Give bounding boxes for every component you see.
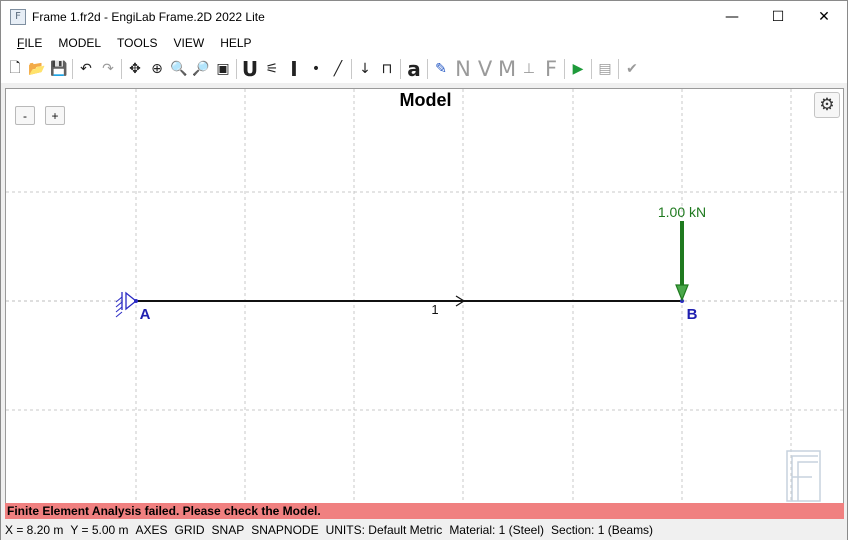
status-units-value: Default Metric bbox=[368, 523, 443, 537]
minimize-button[interactable]: — bbox=[709, 1, 755, 32]
redraw-icon[interactable]: ▣ bbox=[212, 58, 234, 80]
run-analysis-icon[interactable]: ▶ bbox=[567, 58, 589, 80]
support-hatch-line bbox=[115, 306, 123, 313]
toolbar-separator bbox=[564, 58, 565, 79]
open-file-icon[interactable]: 📂 bbox=[26, 58, 48, 80]
text-icon[interactable]: a bbox=[403, 57, 425, 81]
window-controls: — ☐ ✕ bbox=[709, 1, 847, 32]
app-icon: F bbox=[10, 8, 26, 25]
redo-icon[interactable]: ↷ bbox=[97, 58, 119, 80]
menu-file[interactable]: FILE bbox=[9, 32, 50, 54]
report-icon[interactable]: ▤ bbox=[594, 58, 616, 80]
draw-pencil-icon[interactable]: ✎ bbox=[430, 58, 452, 80]
nodal-load-icon[interactable]: ↓ bbox=[354, 58, 376, 80]
check-model-icon[interactable]: ✔ bbox=[621, 58, 643, 80]
toolbar-separator bbox=[427, 58, 428, 79]
toolbar-separator bbox=[72, 58, 73, 79]
node-a-marker[interactable] bbox=[134, 299, 138, 303]
zoom-out-button[interactable]: - bbox=[15, 106, 35, 125]
gear-icon[interactable]: ⚙ bbox=[814, 92, 840, 118]
bending-moment-icon[interactable]: M bbox=[496, 57, 518, 81]
zoom-in-icon[interactable]: ⊕ bbox=[146, 58, 168, 80]
close-button[interactable]: ✕ bbox=[801, 1, 847, 32]
status-y-coordinate: Y = 5.00 m bbox=[70, 523, 129, 537]
status-grid-toggle[interactable]: GRID bbox=[175, 523, 205, 537]
status-section: Section: 1 (Beams) bbox=[551, 523, 654, 537]
axial-force-icon[interactable]: N bbox=[452, 57, 474, 81]
menu-model[interactable]: MODEL bbox=[50, 32, 109, 54]
status-snap-toggle[interactable]: SNAP bbox=[212, 523, 245, 537]
new-file-icon[interactable]: 🗋 bbox=[4, 58, 26, 80]
support-icon[interactable]: ⊓ bbox=[376, 58, 398, 80]
status-x-coordinate: X = 8.20 m bbox=[5, 523, 64, 537]
pan-icon[interactable]: ✥ bbox=[124, 58, 146, 80]
title-bar: F Frame 1.fr2d - EngiLab Frame.2D 2022 L… bbox=[1, 1, 847, 32]
status-units-label: UNITS: bbox=[325, 523, 365, 537]
status-material: Material: 1 (Steel) bbox=[449, 523, 545, 537]
app-window: F Frame 1.fr2d - EngiLab Frame.2D 2022 L… bbox=[0, 0, 848, 540]
model-canvas[interactable]: 1 A B 1.00 kN Model - + ⚙ bbox=[5, 88, 844, 504]
node-icon[interactable]: • bbox=[305, 58, 327, 80]
undo-icon[interactable]: ↶ bbox=[75, 58, 97, 80]
main-toolbar: 🗋 📂 💾 ↶ ↷ ✥ ⊕ 🔍 🔎 ▣ U ⚟ I • ╱ ↓ ⊓ a ✎ N V M ⊥ F ▶ ▤ ✔ bbox=[1, 54, 847, 83]
section-icon[interactable]: I bbox=[283, 57, 305, 81]
support-hatch-line bbox=[115, 311, 123, 318]
node-label-b: B bbox=[687, 306, 698, 323]
menu-tools[interactable]: TOOLS bbox=[109, 32, 165, 54]
canvas-title: Model bbox=[399, 90, 452, 110]
shear-force-icon[interactable]: V bbox=[474, 57, 496, 81]
status-units: UNITS: Default Metric bbox=[326, 523, 443, 537]
toolbar-separator bbox=[236, 58, 237, 79]
forces-icon[interactable]: F bbox=[540, 57, 562, 81]
toolbar-separator bbox=[351, 58, 352, 79]
material-icon[interactable]: ⚟ bbox=[261, 58, 283, 80]
window-title: Frame 1.fr2d - EngiLab Frame.2D 2022 Lit… bbox=[32, 9, 265, 24]
element-label: 1 bbox=[431, 302, 438, 317]
support-hatch-line bbox=[115, 301, 123, 308]
zoom-in-button[interactable]: + bbox=[45, 106, 65, 125]
toolbar-separator bbox=[121, 58, 122, 79]
menu-help[interactable]: HELP bbox=[212, 32, 259, 54]
element-icon[interactable]: ╱ bbox=[327, 58, 349, 80]
reactions-icon[interactable]: ⊥ bbox=[518, 58, 540, 80]
units-icon[interactable]: U bbox=[239, 57, 261, 81]
status-snapnode-toggle[interactable]: SNAPNODE bbox=[251, 523, 318, 537]
nodal-load-arrowhead bbox=[675, 284, 689, 302]
model-drawing[interactable]: 1 A B 1.00 kN bbox=[6, 89, 844, 504]
toolbar-separator bbox=[591, 58, 592, 79]
status-bar: X = 8.20 m Y = 5.00 m AXES GRID SNAP SNA… bbox=[1, 520, 847, 540]
watermark-logo-mark bbox=[791, 455, 818, 501]
zoom-extents-icon[interactable]: 🔎 bbox=[190, 58, 212, 80]
nodal-load-label: 1.00 kN bbox=[658, 204, 706, 220]
toolbar-separator bbox=[400, 58, 401, 79]
analysis-error-message: Finite Element Analysis failed. Please c… bbox=[5, 503, 844, 519]
toolbar-separator bbox=[618, 58, 619, 79]
menu-file-label: ILE bbox=[24, 36, 43, 50]
save-icon[interactable]: 💾 bbox=[48, 58, 70, 80]
node-label-a: A bbox=[140, 306, 151, 323]
menu-bar: FILE MODEL TOOLS VIEW HELP bbox=[1, 32, 847, 54]
status-axes-toggle[interactable]: AXES bbox=[136, 523, 168, 537]
zoom-window-icon[interactable]: 🔍 bbox=[168, 58, 190, 80]
menu-view[interactable]: VIEW bbox=[166, 32, 213, 54]
maximize-button[interactable]: ☐ bbox=[755, 1, 801, 32]
